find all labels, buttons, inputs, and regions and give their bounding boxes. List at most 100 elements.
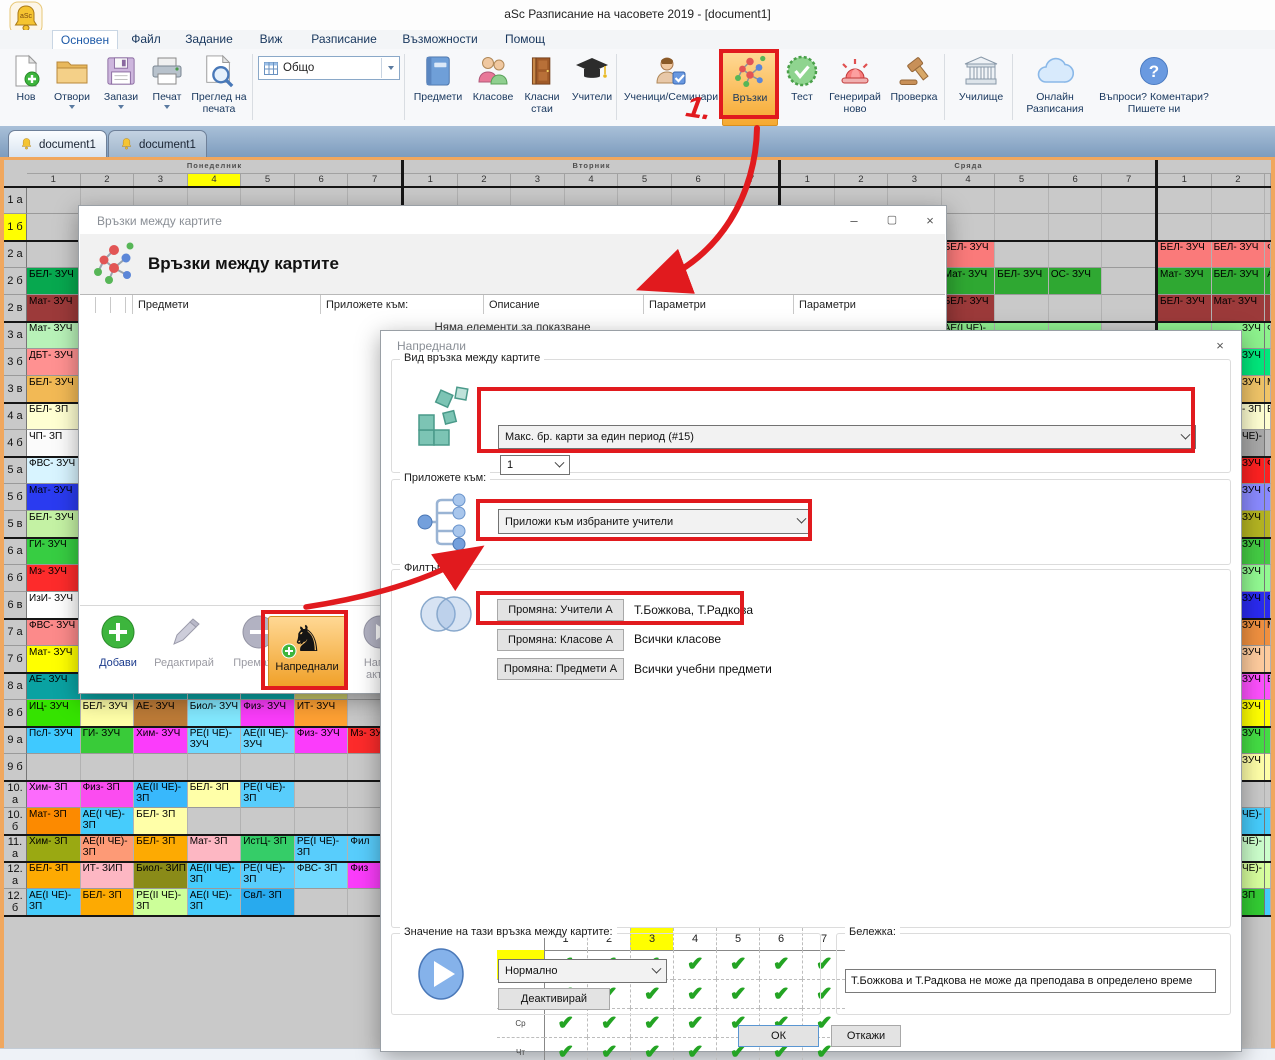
lesson-cell-edge[interactable]: ЗУЧ bbox=[1240, 457, 1265, 484]
grid-check-cell[interactable]: ✔ bbox=[544, 1037, 587, 1060]
row-label-6 в[interactable]: 6 в bbox=[4, 592, 27, 619]
toolbar-button-учители[interactable]: Учители bbox=[566, 52, 618, 124]
lesson-cell-edge[interactable] bbox=[1265, 889, 1271, 916]
row-label-3 в[interactable]: 3 в bbox=[4, 376, 27, 403]
timetable-cell[interactable] bbox=[134, 754, 188, 781]
row-label-2 б[interactable]: 2 б bbox=[4, 268, 27, 295]
timetable-cell[interactable] bbox=[241, 754, 295, 781]
lesson-cell-edge[interactable]: - ЗП bbox=[1240, 403, 1265, 430]
period-header[interactable]: 1 bbox=[27, 173, 81, 187]
toolbar-button-преглед-на-печата[interactable]: Преглед на печата bbox=[190, 52, 248, 124]
period-header[interactable]: 1 bbox=[1158, 173, 1212, 187]
timetable-cell[interactable] bbox=[1049, 241, 1103, 268]
period-header[interactable]: 3 bbox=[888, 173, 942, 187]
row-label-10. а[interactable]: 10. а bbox=[4, 781, 27, 808]
lesson-cell-edge[interactable] bbox=[1265, 835, 1271, 862]
row-label-7 а[interactable]: 7 а bbox=[4, 619, 27, 646]
ribbon-tab-Файл[interactable]: Файл bbox=[124, 30, 168, 48]
timetable-cell[interactable] bbox=[1049, 187, 1103, 214]
lesson-cell-edge[interactable]: ЗП bbox=[1240, 889, 1265, 916]
timetable-cell[interactable] bbox=[81, 754, 135, 781]
toolbar-button-отвори[interactable]: Отвори bbox=[48, 52, 96, 124]
toolbar-button-онлайн-разписания[interactable]: Онлайн Разписания bbox=[1018, 52, 1092, 124]
timetable-cell[interactable] bbox=[188, 808, 242, 835]
period-header[interactable]: 7 bbox=[348, 173, 402, 187]
ribbon-tab-Задание[interactable]: Задание bbox=[180, 30, 238, 48]
lesson-cell[interactable]: АЕ(I ЧЕ)- ЗП bbox=[188, 889, 242, 916]
lesson-cell[interactable]: Хим- ЗУЧ bbox=[134, 727, 188, 754]
period-header[interactable]: 1 bbox=[781, 173, 835, 187]
lesson-cell-edge[interactable]: ЗУЧ bbox=[1240, 484, 1265, 511]
lesson-cell-edge[interactable]: Ф bbox=[1265, 457, 1271, 484]
lesson-cell[interactable]: АЕ- ЗУЧ bbox=[134, 700, 188, 727]
lesson-cell[interactable]: ГИ- ЗУЧ bbox=[27, 538, 81, 565]
timetable-cell[interactable] bbox=[1102, 214, 1156, 241]
lesson-cell-edge[interactable]: Ф bbox=[1265, 484, 1271, 511]
lesson-cell-edge[interactable]: ЗУЧ bbox=[1240, 592, 1265, 619]
lesson-cell-edge[interactable] bbox=[1265, 646, 1271, 673]
dropdown-caret-icon[interactable] bbox=[118, 105, 124, 109]
table-column-header-2[interactable]: Приложете към: bbox=[320, 295, 483, 315]
lesson-cell-edge[interactable]: ЗУЧ bbox=[1240, 322, 1265, 349]
lesson-cell[interactable]: АЕ(II ЧЕ)- ЗП bbox=[81, 835, 135, 862]
period-header[interactable]: 3 bbox=[511, 173, 565, 187]
period-header[interactable]: 6 bbox=[1049, 173, 1103, 187]
period-header[interactable]: 7 bbox=[725, 173, 779, 187]
lesson-cell[interactable]: Хим- ЗП bbox=[27, 781, 81, 808]
lesson-cell[interactable]: БЕЛ- ЗУЧ bbox=[942, 241, 996, 268]
lesson-cell[interactable]: Мат- ЗУЧ bbox=[27, 484, 81, 511]
row-label-9 а[interactable]: 9 а bbox=[4, 727, 27, 754]
lesson-cell[interactable]: БЕЛ- ЗП bbox=[134, 835, 188, 862]
lesson-cell[interactable]: БЕЛ- ЗП bbox=[27, 862, 81, 889]
ribbon-tab-Основен[interactable]: Основен bbox=[52, 30, 118, 49]
lesson-cell[interactable]: БЕЛ- ЗУЧ bbox=[1158, 295, 1212, 322]
toolbar-button-предмети[interactable]: Предмети bbox=[410, 52, 466, 124]
period-header[interactable]: 5 bbox=[618, 173, 672, 187]
lesson-cell[interactable]: ДБТ- ЗУЧ bbox=[27, 349, 81, 376]
timetable-cell[interactable] bbox=[27, 241, 81, 268]
lesson-cell-edge[interactable] bbox=[1265, 808, 1271, 835]
lesson-cell[interactable]: СвЛ- ЗП bbox=[241, 889, 295, 916]
toolbar-button-проверка[interactable]: Проверка bbox=[886, 52, 942, 124]
timetable-cell[interactable] bbox=[295, 754, 349, 781]
lesson-cell[interactable]: РЕ(I ЧЕ)- ЗП bbox=[295, 835, 349, 862]
timetable-cell[interactable] bbox=[27, 754, 81, 781]
lesson-cell-edge[interactable]: ЧЕ)- bbox=[1240, 862, 1265, 889]
lesson-cell-edge[interactable]: ЗУЧ bbox=[1240, 727, 1265, 754]
timetable-cell[interactable] bbox=[1212, 214, 1266, 241]
change-classes-button[interactable]: Промяна: Класове А bbox=[497, 629, 624, 651]
row-label-10. б[interactable]: 10. б bbox=[4, 808, 27, 835]
ribbon-tab-Разписание[interactable]: Разписание bbox=[304, 30, 384, 48]
timetable-cell[interactable] bbox=[995, 187, 1049, 214]
lesson-cell-edge[interactable] bbox=[1265, 349, 1271, 376]
lesson-cell[interactable]: АЕ- ЗУЧ bbox=[27, 673, 81, 700]
lesson-cell-edge[interactable]: ЧЕ)- bbox=[1240, 430, 1265, 457]
lesson-cell[interactable]: ИЦ- ЗУЧ bbox=[27, 700, 81, 727]
lesson-cell[interactable]: Мат- ЗУЧ bbox=[27, 646, 81, 673]
timetable-cell[interactable] bbox=[27, 187, 81, 214]
period-header[interactable]: 2 bbox=[835, 173, 889, 187]
change-subjects-button[interactable]: Промяна: Предмети А bbox=[497, 658, 624, 680]
lesson-cell-edge[interactable]: Ф bbox=[1265, 322, 1271, 349]
lesson-cell[interactable]: Физ- ЗП bbox=[81, 781, 135, 808]
minimize-icon[interactable]: – bbox=[847, 214, 861, 228]
lesson-cell[interactable] bbox=[1265, 295, 1271, 322]
lesson-cell-edge[interactable]: Б bbox=[1265, 403, 1271, 430]
ok-button[interactable]: ОК bbox=[738, 1025, 819, 1047]
view-select-arrow[interactable] bbox=[381, 58, 399, 78]
lesson-cell[interactable]: Мат- ЗУЧ bbox=[27, 295, 81, 322]
toolbar-button-училище[interactable]: Училище bbox=[950, 52, 1012, 124]
lesson-cell[interactable]: РЕ(I ЧЕ)- ЗП bbox=[241, 862, 295, 889]
timetable-cell[interactable] bbox=[1102, 268, 1156, 295]
lesson-cell[interactable]: БЕЛ- ЗУЧ bbox=[942, 295, 996, 322]
period-header[interactable]: 6 bbox=[295, 173, 349, 187]
lesson-cell[interactable]: АЕ(II ЧЕ)- ЗП bbox=[188, 862, 242, 889]
close-icon[interactable]: × bbox=[923, 214, 937, 228]
lesson-cell[interactable]: РЕ(II ЧЕ)- ЗП bbox=[134, 889, 188, 916]
row-label-3 б[interactable]: 3 б bbox=[4, 349, 27, 376]
row-label-5 в[interactable]: 5 в bbox=[4, 511, 27, 538]
advanced-button[interactable]: ♞ Напреднали bbox=[268, 616, 346, 688]
toolbar-button-запази[interactable]: Запази bbox=[98, 52, 144, 124]
timetable-cell[interactable] bbox=[1212, 187, 1266, 214]
lesson-cell[interactable]: Мз- ЗУЧ bbox=[27, 565, 81, 592]
